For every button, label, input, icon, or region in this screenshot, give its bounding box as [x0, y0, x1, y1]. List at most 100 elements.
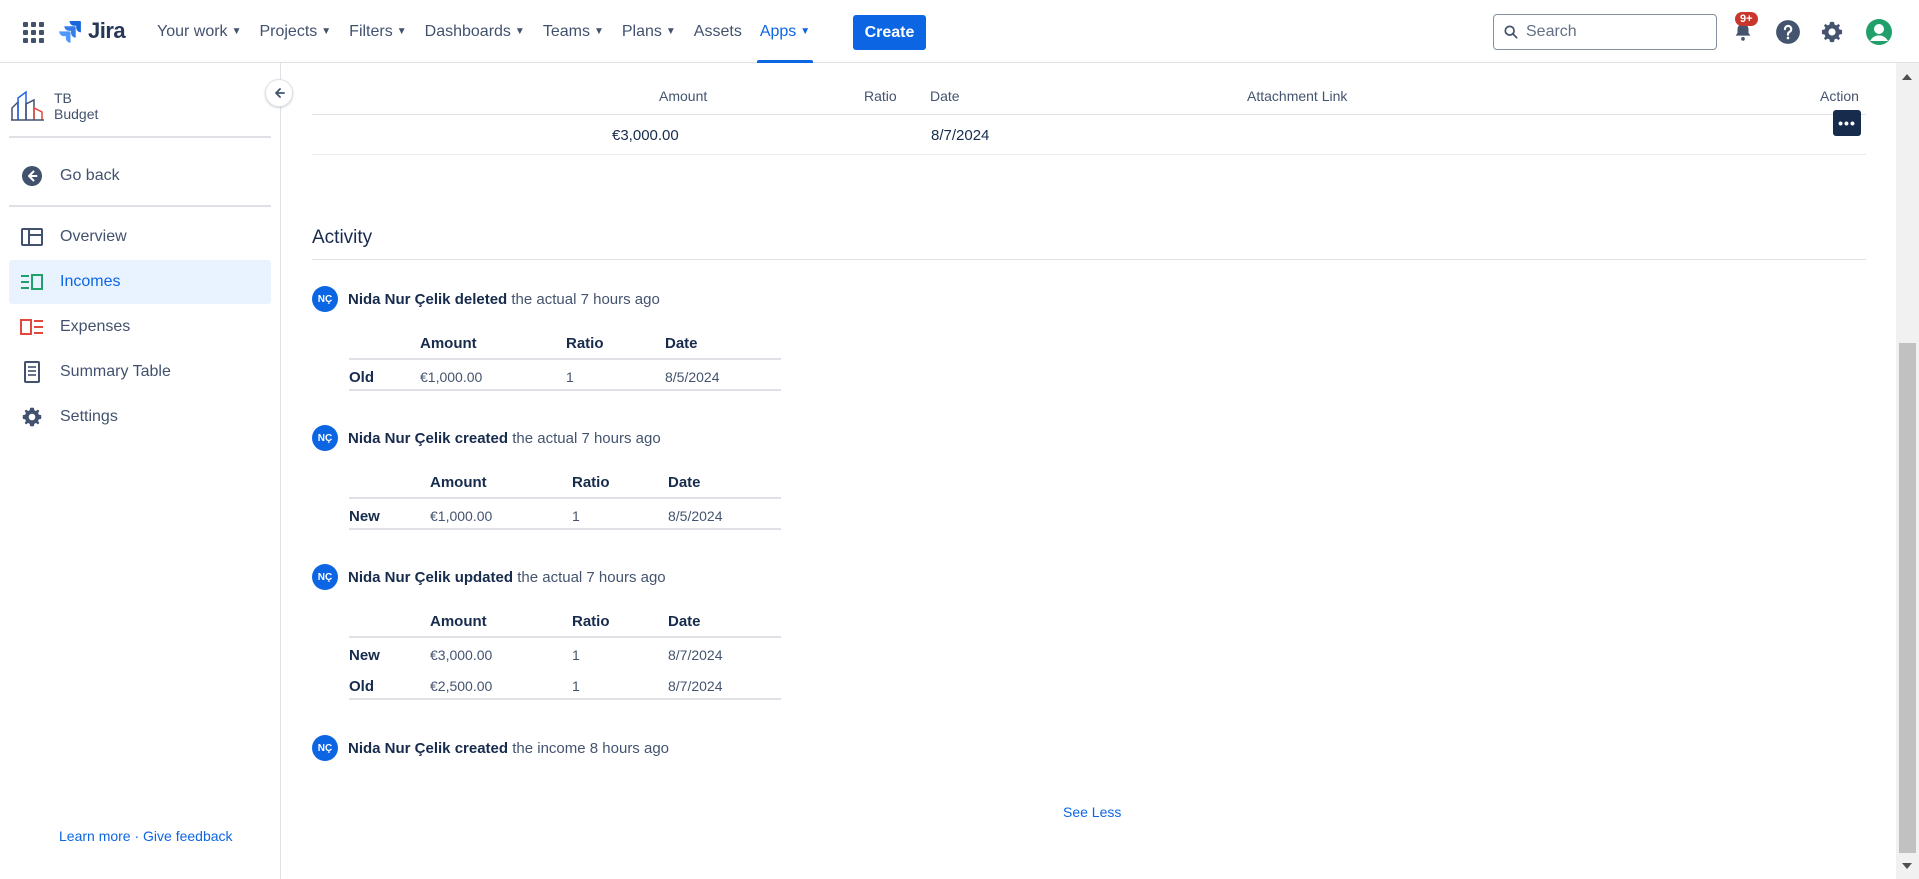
main-content: Amount Ratio Date Attachment Link Action… — [282, 63, 1896, 879]
nav-label: Teams — [542, 22, 590, 40]
nav-apps[interactable]: Apps ▼ — [751, 0, 819, 63]
nav-assets[interactable]: Assets — [685, 0, 751, 63]
app-switcher-icon[interactable] — [21, 20, 45, 44]
more-dots-icon: ••• — [1838, 115, 1856, 131]
activity-heading: Activity — [312, 217, 1866, 260]
header-amount: Amount — [430, 613, 487, 630]
overview-icon — [20, 225, 44, 249]
row-ratio: 1 — [572, 508, 580, 524]
settings-gear-icon[interactable] — [1818, 18, 1846, 46]
row-amount: €3,000.00 — [430, 647, 493, 663]
profile-avatar-icon[interactable] — [1865, 18, 1893, 46]
header-amount: Amount — [420, 335, 477, 352]
col-attachment-link[interactable]: Attachment Link — [1247, 88, 1347, 104]
col-amount[interactable]: Amount — [659, 88, 707, 104]
project-header[interactable]: TB Budget — [10, 90, 98, 122]
header-date: Date — [668, 613, 701, 630]
create-button[interactable]: Create — [853, 15, 926, 50]
search-input[interactable] — [1526, 23, 1706, 41]
activity-table: Amount Ratio Date Old €1,000.00 1 8/5/20… — [349, 326, 781, 391]
header-ratio: Ratio — [566, 335, 604, 352]
sidebar-item-label: Settings — [60, 408, 118, 425]
row-date: 8/7/2024 — [668, 647, 723, 663]
top-navigation: Jira Your work ▼ Projects ▼ Filters ▼ Dashb… — [0, 0, 1919, 63]
activity-table: Amount Ratio Date New €1,000.00 1 8/5/20… — [349, 465, 781, 530]
sidebar-item-summary-table[interactable]: Summary Table — [9, 350, 271, 394]
page-scrollbar[interactable] — [1896, 63, 1919, 879]
sidebar-item-label: Expenses — [60, 318, 131, 335]
row-ratio: 1 — [566, 369, 574, 385]
nav-label: Dashboards — [424, 22, 511, 40]
nav-dashboards[interactable]: Dashboards ▼ — [416, 0, 534, 63]
question-circle-icon — [1776, 20, 1800, 44]
header-date: Date — [668, 474, 701, 491]
jira-logo[interactable]: Jira — [58, 18, 126, 44]
sidebar-item-go-back[interactable]: Go back — [9, 154, 271, 198]
logo-text: Jira — [88, 18, 126, 43]
nav-label: Assets — [693, 22, 742, 40]
notifications-badge: 9+ — [1735, 12, 1758, 26]
incomes-icon — [20, 270, 44, 294]
activity-detail: the income 8 hours ago — [512, 739, 670, 757]
nav-filters[interactable]: Filters ▼ — [340, 0, 415, 63]
activity-detail: the actual 7 hours ago — [517, 568, 666, 586]
help-icon[interactable] — [1774, 18, 1802, 46]
collapse-sidebar-button[interactable] — [265, 79, 293, 107]
user-avatar: NÇ — [312, 425, 338, 451]
header-date: Date — [665, 335, 698, 352]
col-ratio[interactable]: Ratio — [864, 88, 897, 104]
nav-your-work[interactable]: Your work ▼ — [148, 0, 250, 63]
row-actions-button[interactable]: ••• — [1833, 110, 1861, 136]
scrollbar-thumb[interactable] — [1899, 343, 1916, 853]
scroll-down-arrow-icon[interactable] — [1902, 863, 1912, 869]
table-row: €3,000.00 8/7/2024 — [312, 115, 1866, 155]
chevron-down-icon: ▼ — [593, 26, 604, 37]
activity-table-row: Old €2,500.00 1 8/7/2024 — [349, 669, 781, 700]
nav-label: Plans — [621, 22, 662, 40]
sidebar-item-label: Overview — [60, 228, 127, 245]
project-key: TB — [54, 90, 72, 106]
sidebar-item-expenses[interactable]: Expenses — [9, 305, 271, 349]
activity-entry: NÇ Nida Nur Çelik created the income 8 h… — [312, 735, 669, 761]
see-less-link[interactable]: See Less — [1063, 804, 1121, 820]
row-label: New — [349, 647, 380, 664]
row-date: 8/5/2024 — [668, 508, 723, 524]
row-label: Old — [349, 369, 374, 386]
activity-actor: Nida Nur Çelik updated — [348, 568, 514, 586]
activity-entry: NÇ Nida Nur Çelik updated the actual 7 h… — [312, 564, 666, 590]
cell-date: 8/7/2024 — [931, 127, 990, 144]
search-box[interactable] — [1493, 14, 1717, 50]
nav-projects[interactable]: Projects ▼ — [250, 0, 340, 63]
sidebar-item-label: Summary Table — [60, 363, 171, 380]
chevron-down-icon: ▼ — [321, 26, 332, 37]
activity-table-row: Old €1,000.00 1 8/5/2024 — [349, 360, 781, 391]
nav-teams[interactable]: Teams ▼ — [534, 0, 613, 63]
nav-plans[interactable]: Plans ▼ — [613, 0, 685, 63]
row-date: 8/5/2024 — [665, 369, 720, 385]
chevron-down-icon: ▼ — [800, 26, 811, 37]
sidebar-divider — [9, 136, 271, 138]
scroll-up-arrow-icon[interactable] — [1902, 74, 1912, 80]
sidebar-item-overview[interactable]: Overview — [9, 215, 271, 259]
user-avatar-icon — [1866, 19, 1892, 45]
gear-icon — [1821, 21, 1843, 43]
nav-label: Projects — [259, 22, 318, 40]
row-date: 8/7/2024 — [668, 678, 723, 694]
activity-table: Amount Ratio Date New €3,000.00 1 8/7/20… — [349, 604, 781, 700]
chevron-down-icon: ▼ — [396, 26, 407, 37]
chevron-down-icon: ▼ — [665, 26, 676, 37]
nav-label: Your work — [157, 22, 228, 40]
sidebar-item-label: Incomes — [60, 273, 121, 290]
row-amount: €1,000.00 — [430, 508, 493, 524]
activity-table-row: New €3,000.00 1 8/7/2024 — [349, 638, 781, 669]
header-ratio: Ratio — [572, 613, 610, 630]
learn-more-feedback-link[interactable]: Learn more · Give feedback — [59, 828, 233, 844]
activity-table-header: Amount Ratio Date — [349, 465, 781, 499]
nav-label: Filters — [349, 22, 393, 40]
col-date[interactable]: Date — [930, 88, 960, 104]
activity-table-header: Amount Ratio Date — [349, 326, 781, 360]
sidebar-item-settings[interactable]: Settings — [9, 395, 271, 439]
activity-entry: NÇ Nida Nur Çelik created the actual 7 h… — [312, 425, 661, 451]
activity-detail: the actual 7 hours ago — [511, 290, 660, 308]
sidebar-item-incomes[interactable]: Incomes — [9, 260, 271, 304]
